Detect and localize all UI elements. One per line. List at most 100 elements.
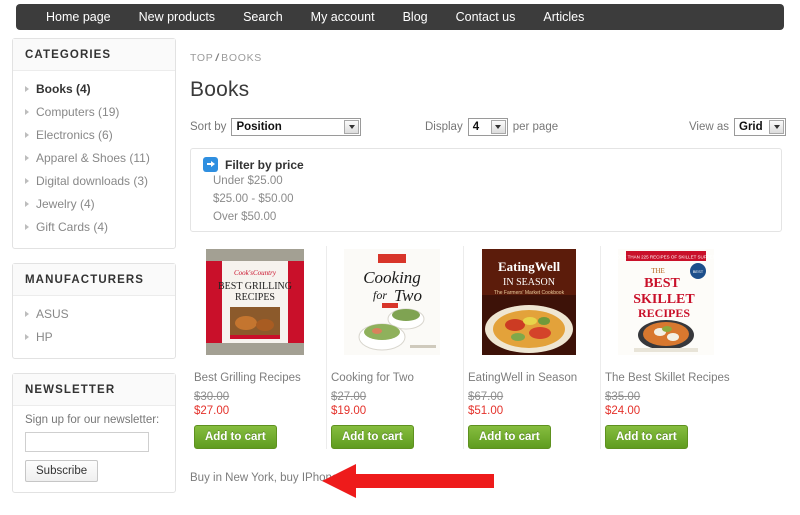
view-as-group: View as Grid xyxy=(689,118,786,136)
display-label: Display xyxy=(425,121,463,133)
svg-text:Cook'sCountry: Cook'sCountry xyxy=(234,269,277,277)
product-title[interactable]: The Best Skillet Recipes xyxy=(605,372,730,384)
annotation-arrow-icon xyxy=(322,464,494,498)
subscribe-button[interactable]: Subscribe xyxy=(25,460,99,482)
arrow-right-icon xyxy=(203,157,218,172)
svg-text:MORE THAN 225 RECIPES OF SKILL: MORE THAN 225 RECIPES OF SKILLET SUPPERS xyxy=(618,255,714,260)
chevron-right-icon xyxy=(25,108,29,115)
product-new-price: $27.00 xyxy=(194,405,230,417)
svg-text:BEST: BEST xyxy=(692,269,703,274)
svg-text:EatingWell: EatingWell xyxy=(497,259,560,274)
chevron-down-icon xyxy=(344,120,360,134)
chevron-down-icon xyxy=(769,120,784,134)
filter-by-price-panel: Filter by price Under $25.00 $25.00 - $5… xyxy=(190,148,782,232)
product-new-price: $19.00 xyxy=(331,405,367,417)
product-image-cooking-for-two[interactable]: Cooking for Two xyxy=(331,246,452,358)
nav-item-new-products[interactable]: New products xyxy=(125,4,229,30)
product-new-price: $24.00 xyxy=(605,405,641,417)
chevron-right-icon xyxy=(25,223,29,230)
footer-note: Buy in New York, buy IPhone xyxy=(190,472,339,484)
svg-text:Cooking: Cooking xyxy=(363,268,421,287)
nav-item-home-page[interactable]: Home page xyxy=(32,4,125,30)
view-as-select[interactable]: Grid xyxy=(734,118,786,136)
chevron-right-icon xyxy=(25,131,29,138)
add-to-cart-button[interactable]: Add to cart xyxy=(468,425,551,449)
newsletter-title: NEWSLETTER xyxy=(13,374,175,406)
sidebar-item-label: Gift Cards (4) xyxy=(36,219,109,234)
svg-text:BEST GRILLING: BEST GRILLING xyxy=(218,281,292,292)
product-old-price: $27.00 xyxy=(331,391,367,403)
product-old-price: $30.00 xyxy=(194,391,230,403)
nav-item-articles[interactable]: Articles xyxy=(529,4,598,30)
sidebar-item-computers[interactable]: Computers (19) xyxy=(25,100,163,123)
add-to-cart-button[interactable]: Add to cart xyxy=(194,425,277,449)
manufacturers-list: ASUS HP xyxy=(13,296,175,358)
sort-by-value: Position xyxy=(236,121,282,133)
view-as-label: View as xyxy=(688,121,729,133)
svg-text:RECIPES: RECIPES xyxy=(637,306,689,320)
chevron-right-icon xyxy=(25,333,29,340)
filter-option-25-to-50[interactable]: $25.00 - $50.00 xyxy=(203,190,769,208)
display-per-page-group: Display 4 per page xyxy=(425,118,558,136)
svg-text:SKILLET: SKILLET xyxy=(633,292,695,307)
main-content: TOP / BOOKS Books Sort by Position Display… xyxy=(190,52,786,449)
sidebar-item-electronics[interactable]: Electronics (6) xyxy=(25,123,163,146)
product-tile: Cooking for Two Cooking for Two $27.00 $… xyxy=(327,246,464,449)
breadcrumb-current: BOOKS xyxy=(221,52,262,64)
product-title[interactable]: EatingWell in Season xyxy=(468,372,592,384)
product-image-best-grilling-recipes[interactable]: Cook'sCountry BEST GRILLING RECIPES xyxy=(194,246,315,358)
sidebar-item-digital-downloads[interactable]: Digital downloads (3) xyxy=(25,169,163,192)
svg-text:The Farmers' Market Cookbook: The Farmers' Market Cookbook xyxy=(493,290,564,296)
product-title[interactable]: Best Grilling Recipes xyxy=(194,372,318,384)
product-image-eatingwell-in-season[interactable]: EatingWell IN SEASON The Farmers' Market… xyxy=(468,246,589,358)
newsletter-body: Sign up for our newsletter: Subscribe xyxy=(13,406,175,492)
product-title[interactable]: Cooking for Two xyxy=(331,372,455,384)
view-as-value: Grid xyxy=(739,121,763,133)
breadcrumb-separator: / xyxy=(215,52,220,64)
sort-by-select[interactable]: Position xyxy=(231,118,362,136)
newsletter-email-input[interactable] xyxy=(25,432,149,452)
sidebar-item-apparel-shoes[interactable]: Apparel & Shoes (11) xyxy=(25,146,163,169)
main-navigation: Home page New products Search My account… xyxy=(16,4,784,30)
filter-option-under-25[interactable]: Under $25.00 xyxy=(203,172,769,190)
sidebar-item-label: Books (4) xyxy=(36,81,91,96)
product-tile: Cook'sCountry BEST GRILLING RECIPES Best… xyxy=(190,246,327,449)
add-to-cart-button[interactable]: Add to cart xyxy=(331,425,414,449)
categories-block: CATEGORIES Books (4) Computers (19) Elec… xyxy=(12,38,176,249)
nav-item-my-account[interactable]: My account xyxy=(297,4,389,30)
nav-item-search[interactable]: Search xyxy=(229,4,297,30)
manufacturers-title: MANUFACTURERS xyxy=(13,264,175,296)
nav-item-blog[interactable]: Blog xyxy=(389,4,442,30)
page-title: Books xyxy=(190,78,250,101)
sidebar-item-gift-cards[interactable]: Gift Cards (4) xyxy=(25,215,163,238)
display-value: 4 xyxy=(472,121,480,133)
product-options-bar: Sort by Position Display 4 per page View… xyxy=(190,118,786,138)
sidebar-item-label: Jewelry (4) xyxy=(36,196,95,211)
breadcrumb: TOP / BOOKS xyxy=(190,52,786,64)
breadcrumb-root[interactable]: TOP xyxy=(190,52,214,64)
product-image-the-best-skillet-recipes[interactable]: MORE THAN 225 RECIPES OF SKILLET SUPPERS… xyxy=(605,246,726,358)
sidebar-item-label: Apparel & Shoes (11) xyxy=(36,150,150,165)
sort-by-label: Sort by xyxy=(190,121,227,133)
add-to-cart-button[interactable]: Add to cart xyxy=(605,425,688,449)
filter-option-over-50[interactable]: Over $50.00 xyxy=(203,208,769,226)
product-tile: MORE THAN 225 RECIPES OF SKILLET SUPPERS… xyxy=(601,246,738,449)
sidebar-item-label: Electronics (6) xyxy=(36,127,113,142)
chevron-right-icon xyxy=(25,177,29,184)
chevron-right-icon xyxy=(25,310,29,317)
sidebar-item-hp[interactable]: HP xyxy=(25,325,163,348)
categories-list: Books (4) Computers (19) Electronics (6)… xyxy=(13,71,175,248)
sidebar-item-books[interactable]: Books (4) xyxy=(25,77,163,100)
product-old-price: $35.00 xyxy=(605,391,641,403)
categories-title: CATEGORIES xyxy=(13,39,175,71)
filter-by-price-title: Filter by price xyxy=(225,157,304,172)
chevron-right-icon xyxy=(25,200,29,207)
per-page-label: per page xyxy=(512,121,559,133)
sidebar-item-jewelry[interactable]: Jewelry (4) xyxy=(25,192,163,215)
svg-text:BEST: BEST xyxy=(644,276,680,291)
svg-text:THE: THE xyxy=(651,267,665,275)
sidebar-item-label: Computers (19) xyxy=(36,104,120,119)
display-per-page-select[interactable]: 4 xyxy=(467,118,508,136)
sidebar-item-asus[interactable]: ASUS xyxy=(25,302,163,325)
nav-item-contact-us[interactable]: Contact us xyxy=(442,4,530,30)
